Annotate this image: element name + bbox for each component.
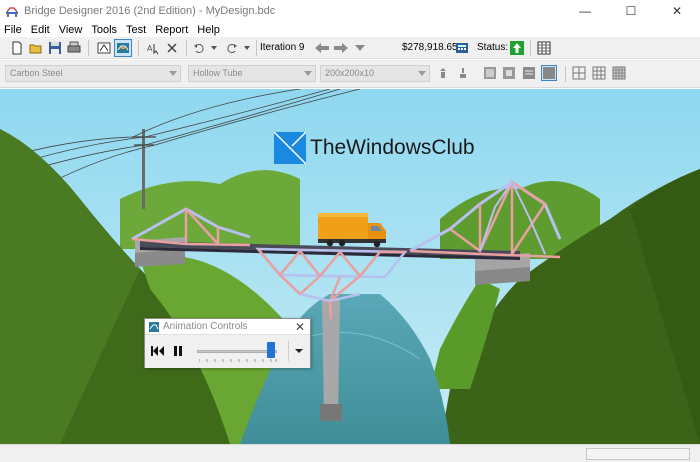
animation-controls-dialog: Animation Controls ✕ [144, 318, 311, 368]
maximize-button[interactable]: ☐ [608, 0, 654, 22]
watermark-text: TheWindowsClub [310, 136, 475, 159]
size-value: 200x200x10 [325, 68, 375, 78]
status-label: Status: [477, 42, 509, 53]
section-select[interactable]: Hollow Tube [188, 65, 316, 82]
bridge-app-icon [149, 321, 159, 332]
animation-controls-title: Animation Controls [163, 321, 248, 332]
toolbar-separator [138, 40, 139, 56]
print-icon[interactable] [65, 39, 83, 57]
rewind-icon[interactable] [149, 342, 167, 360]
chevron-down-icon [418, 71, 426, 76]
animation-controls-body [145, 335, 310, 368]
menu-help[interactable]: Help [193, 24, 225, 36]
member-properties-toolbar: Carbon Steel Hollow Tube 200x200x10 [0, 60, 700, 88]
decrease-size-icon[interactable] [456, 66, 470, 80]
save-disk-icon[interactable] [46, 39, 64, 57]
animation-controls-title-bar[interactable]: Animation Controls ✕ [145, 319, 310, 335]
toolbar-separator [256, 40, 257, 56]
status-up-arrow-icon[interactable] [508, 39, 526, 57]
material-select[interactable]: Carbon Steel [5, 65, 181, 82]
member-details-icon[interactable] [502, 66, 516, 80]
windows-club-logo-icon [274, 132, 306, 164]
status-field [586, 448, 690, 460]
menu-report[interactable]: Report [151, 24, 193, 36]
svg-text:A: A [147, 44, 153, 53]
pause-icon[interactable] [169, 342, 187, 360]
toolbar-separator [88, 40, 89, 56]
animation-speed-slider-thumb[interactable] [267, 342, 276, 358]
chevron-down-icon [294, 349, 303, 353]
size-select[interactable]: 200x200x10 [320, 65, 430, 82]
toolbar-separator [186, 40, 187, 56]
member-list-view-icon[interactable] [483, 66, 497, 80]
animation-options-dropdown[interactable] [288, 341, 308, 361]
member-notes-icon[interactable] [522, 66, 536, 80]
chevron-down-icon [304, 71, 312, 76]
iteration-dropdown-icon[interactable] [352, 39, 368, 57]
toolbar-separator [565, 66, 566, 82]
load-test-3d-view[interactable]: TheWindowsClub [0, 89, 700, 444]
redo-dropdown-icon[interactable] [238, 39, 256, 57]
load-test-icon[interactable] [114, 39, 132, 57]
delete-icon[interactable] [163, 39, 181, 57]
member-table-icon[interactable] [535, 39, 553, 57]
drawing-board-icon[interactable] [95, 39, 113, 57]
member-numbers-icon[interactable] [541, 65, 557, 81]
iteration-label: Iteration 9 [260, 42, 305, 53]
calculator-icon[interactable] [453, 39, 471, 57]
grid-fine-icon[interactable] [612, 66, 626, 80]
chevron-down-icon [169, 71, 177, 76]
main-toolbar: A Iteration 9 $278,918.65 Status: [0, 37, 700, 59]
close-button[interactable]: ✕ [654, 0, 700, 22]
menu-tools[interactable]: Tools [87, 24, 122, 36]
status-bar [0, 444, 700, 462]
grid-coarse-icon[interactable] [572, 66, 586, 80]
toolbar-separator [530, 40, 531, 56]
menu-edit[interactable]: Edit [27, 24, 55, 36]
next-iteration-arrow-icon[interactable] [333, 39, 349, 57]
animation-speed-slider-track[interactable] [197, 350, 277, 353]
window-controls: — ☐ ✕ [562, 0, 700, 22]
bridge-app-icon [6, 5, 18, 17]
menu-test[interactable]: Test [122, 24, 151, 36]
open-folder-icon[interactable] [27, 39, 45, 57]
previous-iteration-arrow-icon[interactable] [314, 39, 330, 57]
select-all-icon[interactable]: A [144, 39, 162, 57]
grid-medium-icon[interactable] [592, 66, 606, 80]
undo-dropdown-icon[interactable] [205, 39, 223, 57]
menu-file[interactable]: File [0, 24, 27, 36]
slider-ticks [199, 359, 277, 362]
menu-bar: File Edit View Tools Test Report Help [0, 22, 700, 37]
cost-value: $278,918.65 [402, 42, 458, 53]
watermark-logo: TheWindowsClub [274, 132, 475, 164]
title-bar: Bridge Designer 2016 (2nd Edition) - MyD… [0, 0, 700, 22]
menu-view[interactable]: View [55, 24, 88, 36]
minimize-button[interactable]: — [562, 0, 608, 22]
new-document-icon[interactable] [8, 39, 26, 57]
material-value: Carbon Steel [10, 68, 63, 78]
window-title: Bridge Designer 2016 (2nd Edition) - MyD… [24, 5, 276, 17]
close-icon[interactable]: ✕ [295, 320, 305, 334]
increase-size-icon[interactable] [436, 66, 450, 80]
section-value: Hollow Tube [193, 68, 243, 78]
